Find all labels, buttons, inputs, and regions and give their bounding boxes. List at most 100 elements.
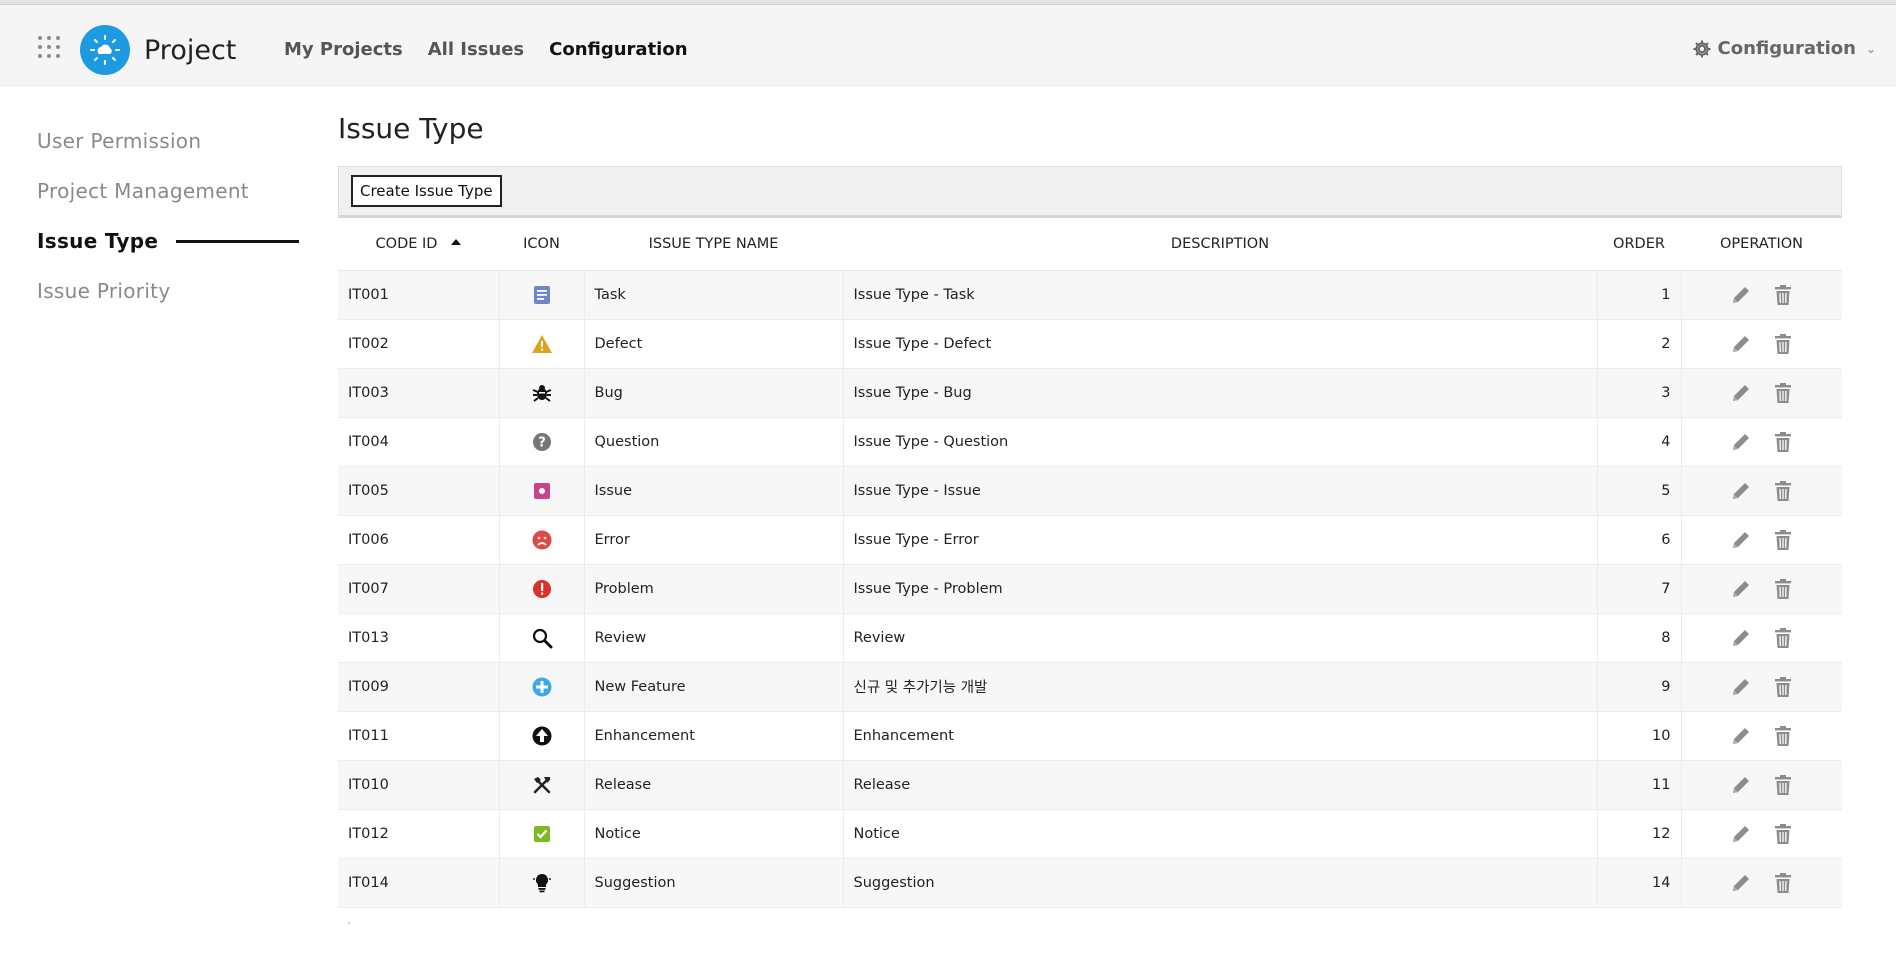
cell-operation <box>1681 564 1842 614</box>
trash-icon[interactable] <box>1771 528 1795 552</box>
table-row[interactable]: IT010 Release Release 11 <box>338 760 1842 810</box>
edit-icon[interactable] <box>1729 430 1753 454</box>
cell-issue-type-name: Notice <box>584 809 844 859</box>
sidebar-item-label: Project Management <box>37 179 249 203</box>
trash-icon[interactable] <box>1771 430 1795 454</box>
edit-icon[interactable] <box>1729 724 1753 748</box>
trash-icon[interactable] <box>1771 822 1795 846</box>
trash-icon[interactable] <box>1771 724 1795 748</box>
trash-icon[interactable] <box>1771 332 1795 356</box>
sidebar-item-label: User Permission <box>37 129 202 153</box>
table-row[interactable]: IT012 Notice Notice 12 <box>338 809 1842 859</box>
nav-my-projects[interactable]: My Projects <box>284 39 403 60</box>
sidebar-item-label: Issue Type <box>37 229 159 253</box>
edit-icon[interactable] <box>1729 871 1753 895</box>
question-icon: ? <box>531 432 553 451</box>
create-issue-type-button[interactable]: Create Issue Type <box>351 175 502 207</box>
edit-icon[interactable] <box>1729 675 1753 699</box>
nav-all-issues[interactable]: All Issues <box>428 39 524 60</box>
cell-icon <box>499 515 585 565</box>
edit-icon[interactable] <box>1729 577 1753 601</box>
cell-issue-type-name: Defect <box>584 319 844 369</box>
sad-face-icon <box>531 530 553 549</box>
cell-description: Issue Type - Bug <box>843 368 1598 418</box>
sidebar-item-issue-type[interactable]: Issue Type <box>37 216 299 266</box>
table-row[interactable]: IT006 Error Issue Type - Error 6 <box>338 515 1842 565</box>
table-row[interactable]: IT004? Question Issue Type - Question 4 <box>338 417 1842 467</box>
cell-issue-type-name: Error <box>584 515 844 565</box>
edit-icon[interactable] <box>1729 381 1753 405</box>
table-row[interactable]: IT001 Task Issue Type - Task 1 <box>338 270 1842 320</box>
config-sidebar: User Permission Project Management Issue… <box>37 116 299 316</box>
edit-icon[interactable] <box>1729 822 1753 846</box>
sidebar-item-user-permission[interactable]: User Permission <box>37 116 299 166</box>
edit-icon[interactable] <box>1729 626 1753 650</box>
plus-circle-icon <box>531 677 553 696</box>
column-header-description: DESCRIPTION <box>843 218 1597 271</box>
trash-icon[interactable] <box>1771 675 1795 699</box>
cell-description: Review <box>843 613 1598 663</box>
nav-configuration[interactable]: Configuration <box>549 39 687 60</box>
cell-icon <box>499 270 585 320</box>
cell-code-id: IT009 <box>338 662 500 712</box>
table-row[interactable]: IT014 Suggestion Suggestion 14 <box>338 858 1842 908</box>
table-row[interactable]: IT009 New Feature 신규 및 추가기능 개발 9 <box>338 662 1842 712</box>
cell-icon <box>499 662 585 712</box>
page-title: Issue Type <box>338 112 484 145</box>
table-row[interactable]: IT011 Enhancement Enhancement 10 <box>338 711 1842 761</box>
sidebar-item-issue-priority[interactable]: Issue Priority <box>37 266 299 316</box>
cell-issue-type-name: Suggestion <box>584 858 844 908</box>
edit-icon[interactable] <box>1729 332 1753 356</box>
edit-icon[interactable] <box>1729 528 1753 552</box>
tools-icon <box>531 776 553 793</box>
table-row[interactable]: IT005 Issue Issue Type - Issue 5 <box>338 466 1842 516</box>
cell-code-id: IT013 <box>338 613 500 663</box>
cell-order: 1 <box>1597 270 1682 320</box>
trash-icon[interactable] <box>1771 479 1795 503</box>
edit-icon[interactable] <box>1729 283 1753 307</box>
trash-icon[interactable] <box>1771 871 1795 895</box>
cell-operation <box>1681 417 1842 467</box>
configuration-menu[interactable]: Configuration ⌄ <box>1692 38 1876 59</box>
column-header-code-id[interactable]: CODE ID <box>338 218 499 271</box>
edit-icon[interactable] <box>1729 773 1753 797</box>
cell-code-id: IT010 <box>338 760 500 810</box>
cell-order: 11 <box>1597 760 1682 810</box>
cell-description: 신규 및 추가기능 개발 <box>843 662 1598 712</box>
table-row[interactable]: IT007 Problem Issue Type - Problem 7 <box>338 564 1842 614</box>
cell-issue-type-name: Bug <box>584 368 844 418</box>
app-logo[interactable] <box>80 25 130 75</box>
cell-operation <box>1681 466 1842 516</box>
cell-operation <box>1681 515 1842 565</box>
table-row[interactable]: IT013 Review Review 8 <box>338 613 1842 663</box>
cell-order: 9 <box>1597 662 1682 712</box>
cell-icon <box>499 711 585 761</box>
cell-icon <box>499 613 585 663</box>
issue-icon <box>531 482 553 499</box>
cell-issue-type-name: Question <box>584 417 844 467</box>
warning-icon <box>531 334 553 353</box>
trash-icon[interactable] <box>1771 773 1795 797</box>
cell-code-id: IT003 <box>338 368 500 418</box>
svg-text:?: ? <box>538 435 546 450</box>
active-indicator <box>176 239 299 243</box>
edit-icon[interactable] <box>1729 479 1753 503</box>
cell-description: Issue Type - Defect <box>843 319 1598 369</box>
cell-description: Issue Type - Task <box>843 270 1598 320</box>
cell-code-id: IT014 <box>338 858 500 908</box>
cell-operation <box>1681 858 1842 908</box>
trash-icon[interactable] <box>1771 626 1795 650</box>
sidebar-item-project-management[interactable]: Project Management <box>37 166 299 216</box>
cell-order: 12 <box>1597 809 1682 859</box>
cell-description: Issue Type - Problem <box>843 564 1598 614</box>
trash-icon[interactable] <box>1771 577 1795 601</box>
cell-operation <box>1681 319 1842 369</box>
trash-icon[interactable] <box>1771 283 1795 307</box>
trash-icon[interactable] <box>1771 381 1795 405</box>
cell-order: 6 <box>1597 515 1682 565</box>
cell-code-id: IT005 <box>338 466 500 516</box>
table-row[interactable]: IT002 Defect Issue Type - Defect 2 <box>338 319 1842 369</box>
app-launcher-icon[interactable] <box>38 36 62 60</box>
cell-issue-type-name: Review <box>584 613 844 663</box>
table-row[interactable]: IT003 Bug Issue Type - Bug 3 <box>338 368 1842 418</box>
